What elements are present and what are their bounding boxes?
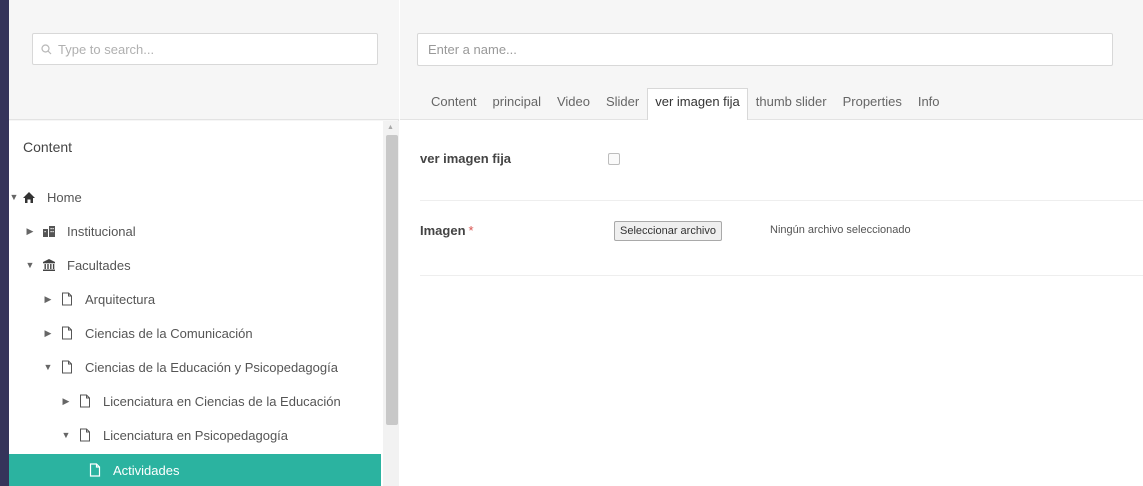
name-input[interactable]: [417, 33, 1113, 66]
document-icon: [87, 462, 103, 478]
property-ver-imagen-fija: ver imagen fija: [420, 121, 1143, 201]
tab-ver-imagen-fija[interactable]: ver imagen fija: [647, 88, 748, 120]
editor-body: ver imagen fija Imagen * Seleccionar arch…: [400, 121, 1143, 486]
caret-expanded-icon[interactable]: ▼: [61, 430, 71, 440]
tree-item-label: Ciencias de la Comunicación: [85, 325, 253, 341]
ver-imagen-fija-label: ver imagen fija: [420, 151, 512, 166]
tree-scrollbar-thumb[interactable]: [386, 135, 398, 425]
property-imagen: Imagen * Seleccionar archivo Ningún archi…: [420, 201, 1143, 276]
document-icon: [59, 291, 75, 307]
tab-thumb-slider[interactable]: thumb slider: [748, 88, 835, 120]
tree-item-lic-psicopedagogia[interactable]: ▼ Licenciatura en Psicopedagogía: [9, 419, 381, 451]
scroll-up-arrow-icon[interactable]: ▲: [387, 124, 394, 131]
tab-slider[interactable]: Slider: [598, 88, 647, 120]
tree-item-actividades[interactable]: Actividades: [9, 454, 381, 486]
document-icon: [59, 359, 75, 375]
tree-item-lic-ciencias-educacion[interactable]: ▶ Licenciatura en Ciencias de la Educaci…: [9, 385, 381, 417]
document-icon: [77, 427, 93, 443]
tab-principal[interactable]: principal: [485, 88, 549, 120]
tree-item-label: Actividades: [113, 462, 180, 478]
imagen-label-text: Imagen: [420, 223, 466, 238]
tree-item-facultades[interactable]: ▼ Facultades: [9, 249, 381, 281]
tab-video[interactable]: Video: [549, 88, 598, 120]
content-tree: Content ▼ Home ▶ Institucional ▼ Faculta…: [9, 121, 399, 486]
bank-icon: [41, 257, 57, 273]
caret-expanded-icon[interactable]: ▼: [25, 260, 35, 270]
select-file-button[interactable]: Seleccionar archivo: [614, 221, 722, 241]
tree-item-label: Ciencias de la Educación y Psicopedagogí…: [85, 359, 338, 375]
tree-item-label: Facultades: [67, 257, 131, 273]
content-tree-panel: Type to search... Content ▼ Home ▶ Insti…: [9, 0, 399, 486]
required-mark: *: [468, 223, 474, 238]
tree-item-institucional[interactable]: ▶ Institucional: [9, 215, 381, 247]
tree-item-arquitectura[interactable]: ▶ Arquitectura: [9, 283, 381, 315]
caret-expanded-icon[interactable]: ▼: [43, 362, 53, 372]
ver-imagen-fija-checkbox[interactable]: [608, 153, 620, 165]
caret-expanded-icon[interactable]: ▼: [9, 192, 19, 202]
document-icon: [77, 393, 93, 409]
tree-title: Content: [23, 139, 73, 155]
tab-properties[interactable]: Properties: [835, 88, 910, 120]
search-icon: [41, 43, 52, 54]
tree-item-label: Licenciatura en Psicopedagogía: [103, 427, 289, 443]
tab-info[interactable]: Info: [910, 88, 948, 120]
tree-item-ciencias-comunicacion[interactable]: ▶ Ciencias de la Comunicación: [9, 317, 381, 349]
caret-collapsed-icon[interactable]: ▶: [43, 328, 53, 339]
home-icon: [21, 189, 37, 205]
imagen-label: Imagen *: [420, 223, 474, 238]
tree-item-label: Licenciatura en Ciencias de la Educación: [103, 393, 341, 409]
tree-item-ciencias-educacion[interactable]: ▼ Ciencias de la Educación y Psicopedago…: [9, 351, 381, 383]
editor-tabs: Content principal Video Slider ver image…: [423, 88, 948, 120]
caret-collapsed-icon[interactable]: ▶: [61, 396, 71, 407]
search-input[interactable]: Type to search...: [32, 33, 378, 65]
editor-header: Content principal Video Slider ver image…: [400, 0, 1143, 120]
tab-content[interactable]: Content: [423, 88, 485, 120]
tree-search-area: Type to search...: [9, 0, 399, 120]
caret-collapsed-icon[interactable]: ▶: [25, 226, 35, 237]
document-icon: [59, 325, 75, 341]
tree-item-label: Home: [47, 189, 82, 205]
search-placeholder: Type to search...: [58, 41, 155, 57]
caret-collapsed-icon[interactable]: ▶: [43, 294, 53, 305]
tree-item-home[interactable]: ▼ Home: [9, 181, 381, 213]
tree-item-label: Arquitectura: [85, 291, 156, 307]
buildings-icon: [41, 223, 57, 239]
app-edge-strip: [0, 0, 9, 486]
file-status-text: Ningún archivo seleccionado: [770, 224, 911, 236]
tree-item-label: Institucional: [67, 223, 136, 239]
